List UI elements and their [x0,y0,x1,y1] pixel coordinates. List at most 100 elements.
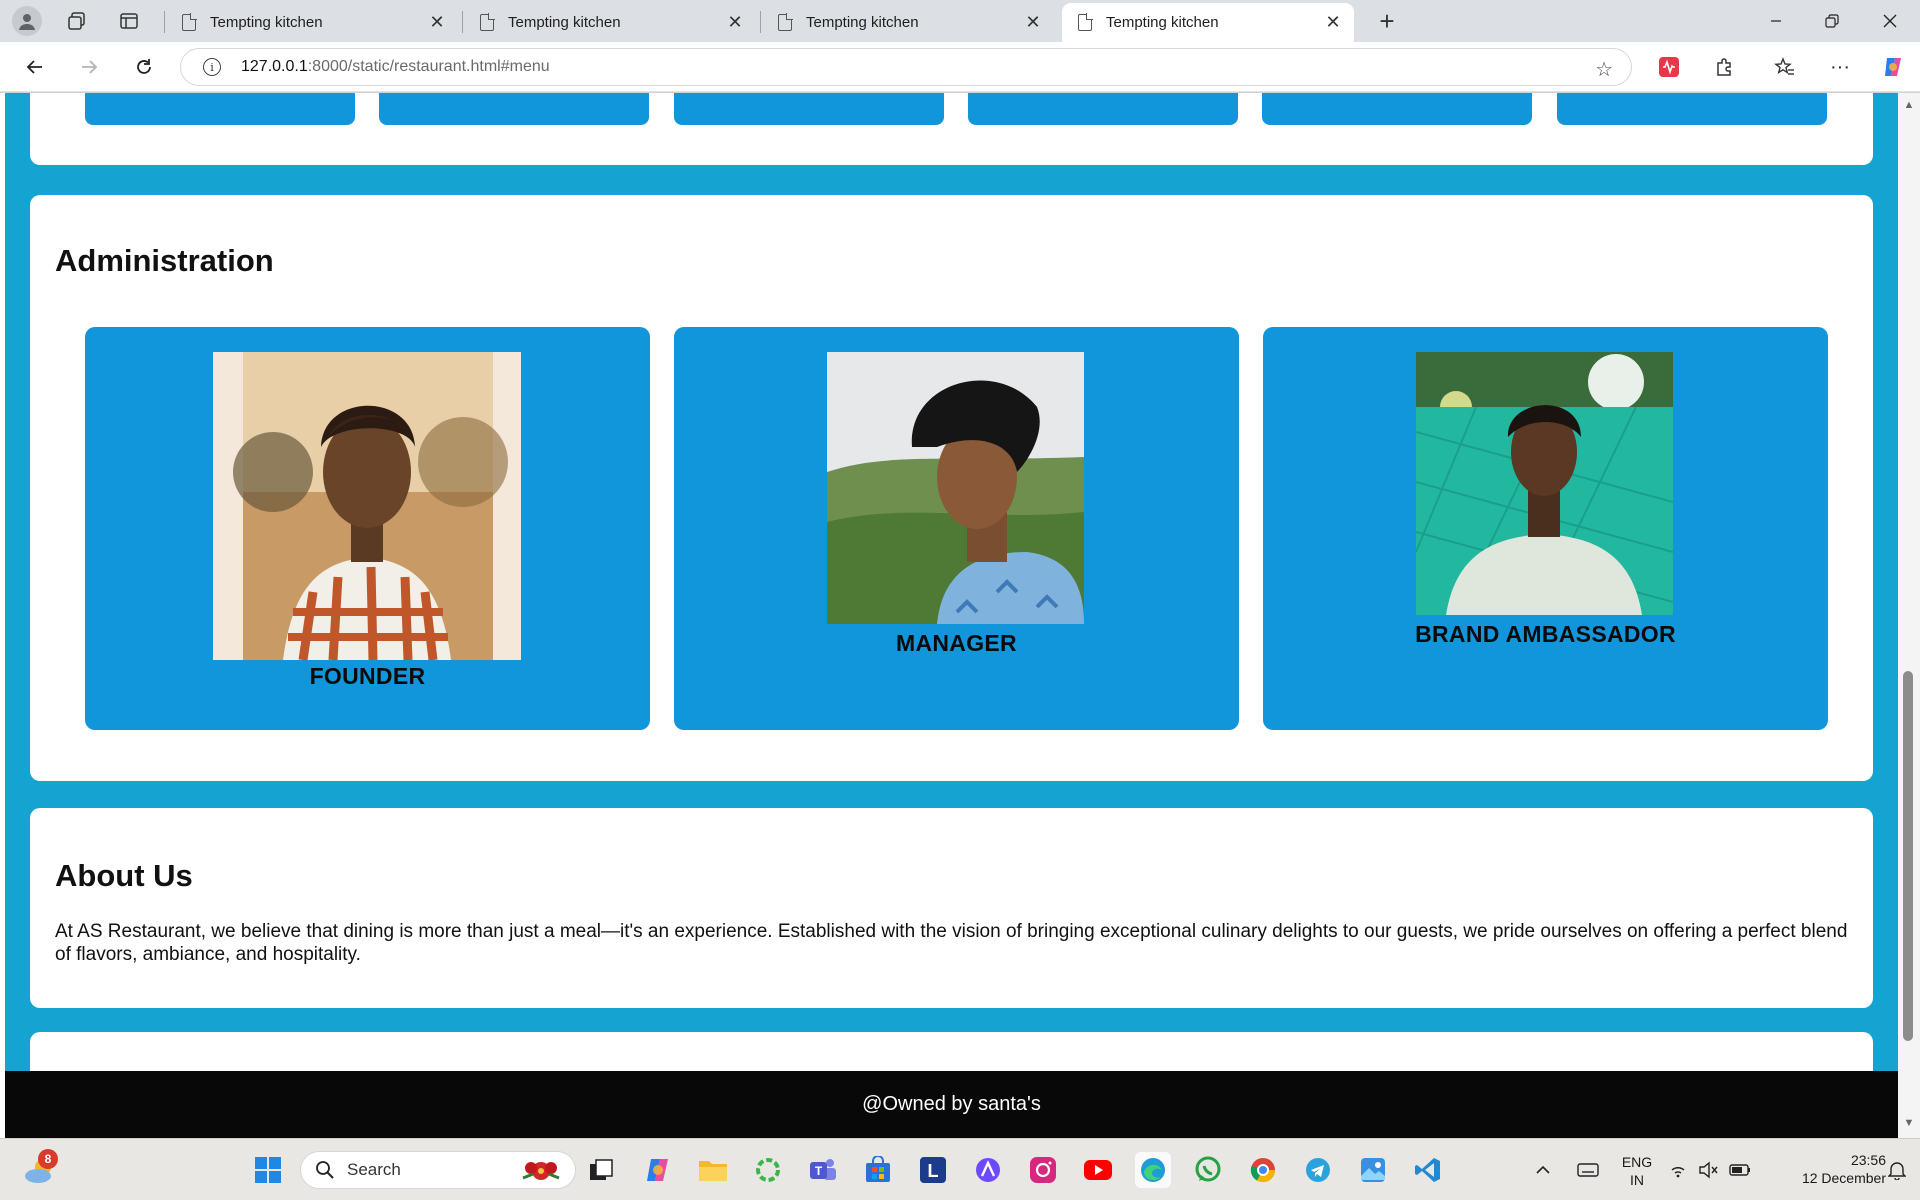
tab-actions-icon[interactable] [112,4,146,38]
restore-button[interactable] [1804,0,1860,42]
about-paragraph: At AS Restaurant, we believe that dining… [55,921,1848,965]
role-label: FOUNDER [309,663,426,689]
keyboard-icon[interactable] [1570,1152,1606,1188]
telegram-icon[interactable] [1300,1152,1336,1188]
founder-photo [213,352,521,660]
section-heading: About Us [55,858,193,893]
tab-title: Tempting kitchen [508,14,621,31]
tab-title: Tempting kitchen [806,14,919,31]
favorite-star-icon[interactable]: ☆ [1595,57,1613,82]
tab-separator [760,11,761,33]
svg-text:T: T [815,1164,823,1178]
start-windows-icon[interactable] [250,1152,286,1188]
more-options-icon[interactable]: ··· [1827,54,1853,80]
notifications-bell-icon[interactable] [1882,1152,1912,1188]
close-tab-icon[interactable]: ✕ [1022,12,1044,34]
browser-tab-3[interactable]: Tempting kitchen ✕ [762,3,1054,42]
vscode-icon[interactable] [1410,1152,1446,1188]
page-background: Administration FOUNDER MANAGER BRAND AMB… [5,93,1898,1138]
footer-text: @Owned by santa's [862,1093,1041,1115]
team-card-manager: MANAGER [674,327,1239,730]
show-hidden-icons-chevron-icon[interactable] [1530,1152,1556,1188]
browser-tab-1[interactable]: Tempting kitchen ✕ [166,3,458,42]
scroll-down-arrow-icon[interactable]: ▼ [1903,1117,1915,1129]
menu-item-tile[interactable] [1557,93,1827,125]
menu-item-tile[interactable] [85,93,355,125]
section-heading: Administration [55,243,274,278]
favorites-icon[interactable] [1772,54,1798,80]
chrome-icon[interactable] [1245,1152,1281,1188]
page-icon [480,13,495,31]
language-indicator[interactable]: ENG IN [1614,1153,1660,1189]
system-tray-status[interactable] [1664,1152,1760,1188]
edge-browser-icon[interactable] [1135,1152,1171,1188]
copilot-icon[interactable] [1880,54,1906,80]
scrollbar-thumb[interactable] [1903,671,1913,1041]
page-icon [182,13,197,31]
photos-icon[interactable] [1355,1152,1391,1188]
file-explorer-icon[interactable] [695,1152,731,1188]
teams-icon[interactable]: T [805,1152,841,1188]
tab-title: Tempting kitchen [1106,14,1219,31]
minimize-button[interactable] [1748,0,1804,42]
whatsapp-icon[interactable] [1190,1152,1226,1188]
about-us-section: About Us At AS Restaurant, we believe th… [30,808,1873,1008]
menu-item-tile[interactable] [674,93,944,125]
site-info-icon[interactable]: i [203,58,221,76]
notification-badge: 8 [38,1149,58,1169]
tab-separator [164,11,165,33]
role-label: MANAGER [896,630,1017,656]
poinsettia-icon [522,1162,560,1180]
scroll-up-arrow-icon[interactable]: ▲ [1903,99,1915,111]
instagram-icon[interactable] [1025,1152,1061,1188]
svg-text:L: L [928,1161,939,1181]
tab-title: Tempting kitchen [210,14,323,31]
address-bar[interactable]: i 127.0.0.1:8000/static/restaurant.html#… [180,48,1632,86]
team-card-brand-ambassador: BRAND AMBASSADOR [1263,327,1828,730]
extensions-puzzle-icon[interactable] [1712,54,1738,80]
team-card-founder: FOUNDER [85,327,650,730]
brand-ambassador-photo [1416,352,1673,615]
close-tab-icon[interactable]: ✕ [1322,12,1344,34]
browser-tab-4-active[interactable]: Tempting kitchen ✕ [1062,3,1354,42]
microsoft-store-icon[interactable] [860,1152,896,1188]
green-ring-app-icon[interactable] [750,1152,786,1188]
new-tab-button[interactable]: + [1372,6,1402,36]
tab-separator [462,11,463,33]
menu-section [30,93,1873,165]
close-window-button[interactable] [1862,0,1918,42]
site-footer: @Owned by santa's [5,1071,1898,1138]
role-label: BRAND AMBASSADOR [1415,621,1676,647]
windows-taskbar: 8 Search T L ENG IN 23:56 12 December [0,1138,1920,1200]
profile-avatar-icon[interactable] [12,6,42,36]
vertical-scrollbar[interactable]: ▲ ▼ [1898,93,1920,1138]
browser-toolbar: i 127.0.0.1:8000/static/restaurant.html#… [0,42,1920,92]
page-icon [778,13,793,31]
back-button[interactable] [18,50,52,84]
youtube-icon[interactable] [1080,1152,1116,1188]
forward-button[interactable] [72,50,106,84]
task-view-icon[interactable] [583,1152,619,1188]
page-icon [1078,13,1093,31]
manager-photo [827,352,1084,624]
tab-strip: Tempting kitchen ✕ Tempting kitchen ✕ Te… [0,0,1920,42]
administration-section: Administration FOUNDER MANAGER BRAND AMB… [30,195,1873,781]
menu-item-tile[interactable] [1262,93,1532,125]
menu-item-tile[interactable] [379,93,649,125]
copilot-app-icon[interactable] [640,1152,676,1188]
search-icon [316,1161,334,1179]
search-placeholder: Search [347,1160,401,1179]
proton-vpn-icon[interactable] [970,1152,1006,1188]
browser-tab-2[interactable]: Tempting kitchen ✕ [464,3,756,42]
close-tab-icon[interactable]: ✕ [724,12,746,34]
refresh-button[interactable] [127,50,161,84]
menu-item-tile[interactable] [968,93,1238,125]
url-text[interactable]: 127.0.0.1:8000/static/restaurant.html#me… [241,58,550,76]
close-tab-icon[interactable]: ✕ [426,12,448,34]
page-viewport: Administration FOUNDER MANAGER BRAND AMB… [0,93,1920,1138]
clock[interactable]: 23:56 12 December [1768,1151,1886,1187]
workspaces-icon[interactable] [60,4,94,38]
extension-icon[interactable] [1656,54,1682,80]
taskbar-search[interactable]: Search [300,1151,576,1189]
l-app-icon[interactable]: L [915,1152,951,1188]
